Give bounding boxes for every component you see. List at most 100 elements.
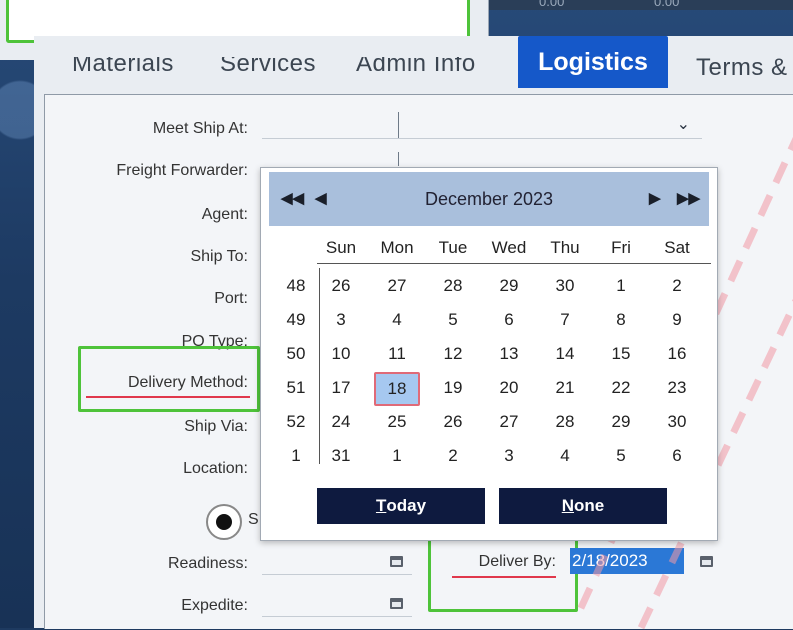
readiness-label: Readiness:	[167, 555, 248, 572]
calendar-day[interactable]: 1	[601, 272, 641, 300]
calendar-day[interactable]: 9	[657, 306, 697, 334]
previous-year-icon[interactable]: ◀◀	[281, 189, 304, 207]
chevron-down-icon[interactable]: ⌄	[677, 114, 690, 134]
calendar-day[interactable]: 5	[433, 306, 473, 334]
calendar-day[interactable]: 17	[321, 374, 361, 402]
calendar-day[interactable]: 3	[321, 306, 361, 334]
previous-month-icon[interactable]: ◀	[315, 189, 327, 207]
calendar-day[interactable]: 27	[489, 408, 529, 436]
calendar-day[interactable]: 6	[657, 442, 697, 470]
weekday-tue: Tue	[438, 238, 468, 257]
radio-button[interactable]	[206, 504, 242, 540]
calendar-day[interactable]: 7	[545, 306, 585, 334]
meet-ship-at-label: Meet Ship At:	[152, 120, 248, 137]
calendar-day[interactable]: 26	[433, 408, 473, 436]
week-number-separator	[319, 268, 320, 464]
deliver-by-input[interactable]: 2/18/2023	[570, 548, 684, 574]
calendar-day[interactable]: 23	[657, 374, 697, 402]
month-year-title: December 2023	[424, 189, 554, 209]
calendar-day[interactable]: 4	[377, 306, 417, 334]
port-label: Port:	[214, 290, 248, 307]
calendar-day[interactable]: 3	[489, 442, 529, 470]
calendar-day[interactable]: 30	[545, 272, 585, 300]
week-number: 1	[291, 446, 301, 465]
week-number: 49	[286, 310, 306, 329]
grid-strip: 0.00 0.00	[489, 0, 793, 10]
calendar-day[interactable]: 6	[489, 306, 529, 334]
calendar-day[interactable]: 31	[321, 442, 361, 470]
calendar-day[interactable]: 27	[377, 272, 417, 300]
calendar-day[interactable]: 16	[657, 340, 697, 368]
weekday-mon: Mon	[380, 238, 414, 257]
tab-terms[interactable]: Terms &	[696, 54, 788, 82]
calendar-day[interactable]: 4	[545, 442, 585, 470]
deliver-by-highlight	[428, 538, 578, 612]
calendar-day[interactable]: 20	[489, 374, 529, 402]
expedite-label: Expedite:	[181, 597, 248, 614]
meet-ship-at-select[interactable]: ⌄	[262, 112, 702, 139]
calendar-day[interactable]: 10	[321, 340, 361, 368]
calendar-day-selected[interactable]: 18	[374, 372, 420, 406]
next-year-icon[interactable]: ▶▶	[677, 189, 700, 207]
week-number: 52	[286, 412, 306, 431]
delivery-method-label: Delivery Method:	[127, 374, 248, 391]
calendar-day[interactable]: 8	[601, 306, 641, 334]
weekday-sat: Sat	[664, 238, 690, 257]
calendar-icon[interactable]	[390, 596, 404, 610]
week-number: 50	[286, 344, 306, 363]
next-month-icon[interactable]: ▶	[649, 189, 661, 207]
weekday-wed: Wed	[491, 238, 527, 257]
tab-bar: Materials Services Admin Info Logistics …	[34, 36, 793, 92]
none-accesskey: N	[561, 496, 575, 515]
calendar-day[interactable]: 26	[321, 272, 361, 300]
calendar-day[interactable]: 11	[377, 340, 417, 368]
date-picker-popup: ◀◀ ◀ December 2023 ▶ ▶▶ Sun Mon Tue Wed …	[260, 167, 718, 541]
deliver-by-label: Deliver By:	[478, 553, 556, 570]
calendar-day[interactable]: 24	[321, 408, 361, 436]
deliver-by-underline	[452, 576, 556, 578]
weekday-separator	[317, 263, 711, 264]
calendar-day[interactable]: 25	[377, 408, 417, 436]
calendar-day[interactable]: 5	[601, 442, 641, 470]
weekday-thu: Thu	[550, 238, 580, 257]
none-button[interactable]: None	[499, 488, 667, 524]
calendar-day[interactable]: 15	[601, 340, 641, 368]
today-label: oday	[386, 496, 427, 515]
calendar-icon[interactable]	[700, 554, 714, 568]
calendar-day[interactable]: 2	[433, 442, 473, 470]
calendar-day[interactable]: 1	[377, 442, 417, 470]
ship-to-label: Ship To:	[190, 248, 248, 265]
week-number: 48	[286, 276, 306, 295]
location-label: Location:	[183, 460, 248, 477]
calendar-day[interactable]: 12	[433, 340, 473, 368]
weekday-sun: Sun	[325, 238, 357, 257]
today-button[interactable]: Today	[317, 488, 485, 524]
calendar-day[interactable]: 30	[657, 408, 697, 436]
calendar-icon[interactable]	[390, 554, 404, 568]
tab-services[interactable]: Services	[220, 57, 316, 78]
tab-logistics[interactable]: Logistics	[518, 36, 668, 88]
ship-via-label: Ship Via:	[184, 418, 248, 435]
calendar-day[interactable]: 21	[545, 374, 585, 402]
calendar-day[interactable]: 2	[657, 272, 697, 300]
calendar-day[interactable]: 29	[601, 408, 641, 436]
calendar-day[interactable]: 29	[489, 272, 529, 300]
expedite-date-field[interactable]	[262, 590, 412, 617]
calendar-day[interactable]: 28	[433, 272, 473, 300]
tab-admin-info[interactable]: Admin Info	[356, 57, 476, 78]
none-label: one	[574, 496, 605, 515]
calendar-day[interactable]: 22	[601, 374, 641, 402]
grid-value: 0.00	[654, 0, 680, 9]
today-accesskey: T	[375, 496, 387, 515]
freight-forwarder-label: Freight Forwarder:	[116, 162, 248, 179]
agent-label: Agent:	[201, 206, 248, 223]
calendar-day[interactable]: 13	[489, 340, 529, 368]
delivery-method-underline	[86, 396, 250, 398]
readiness-date-field[interactable]	[262, 548, 412, 575]
calendar-day[interactable]: 19	[433, 374, 473, 402]
calendar-day[interactable]: 28	[545, 408, 585, 436]
date-picker-header: ◀◀ ◀ December 2023 ▶ ▶▶	[269, 172, 709, 226]
tab-materials[interactable]: Materials	[72, 57, 174, 78]
week-number: 51	[286, 378, 306, 397]
calendar-day[interactable]: 14	[545, 340, 585, 368]
